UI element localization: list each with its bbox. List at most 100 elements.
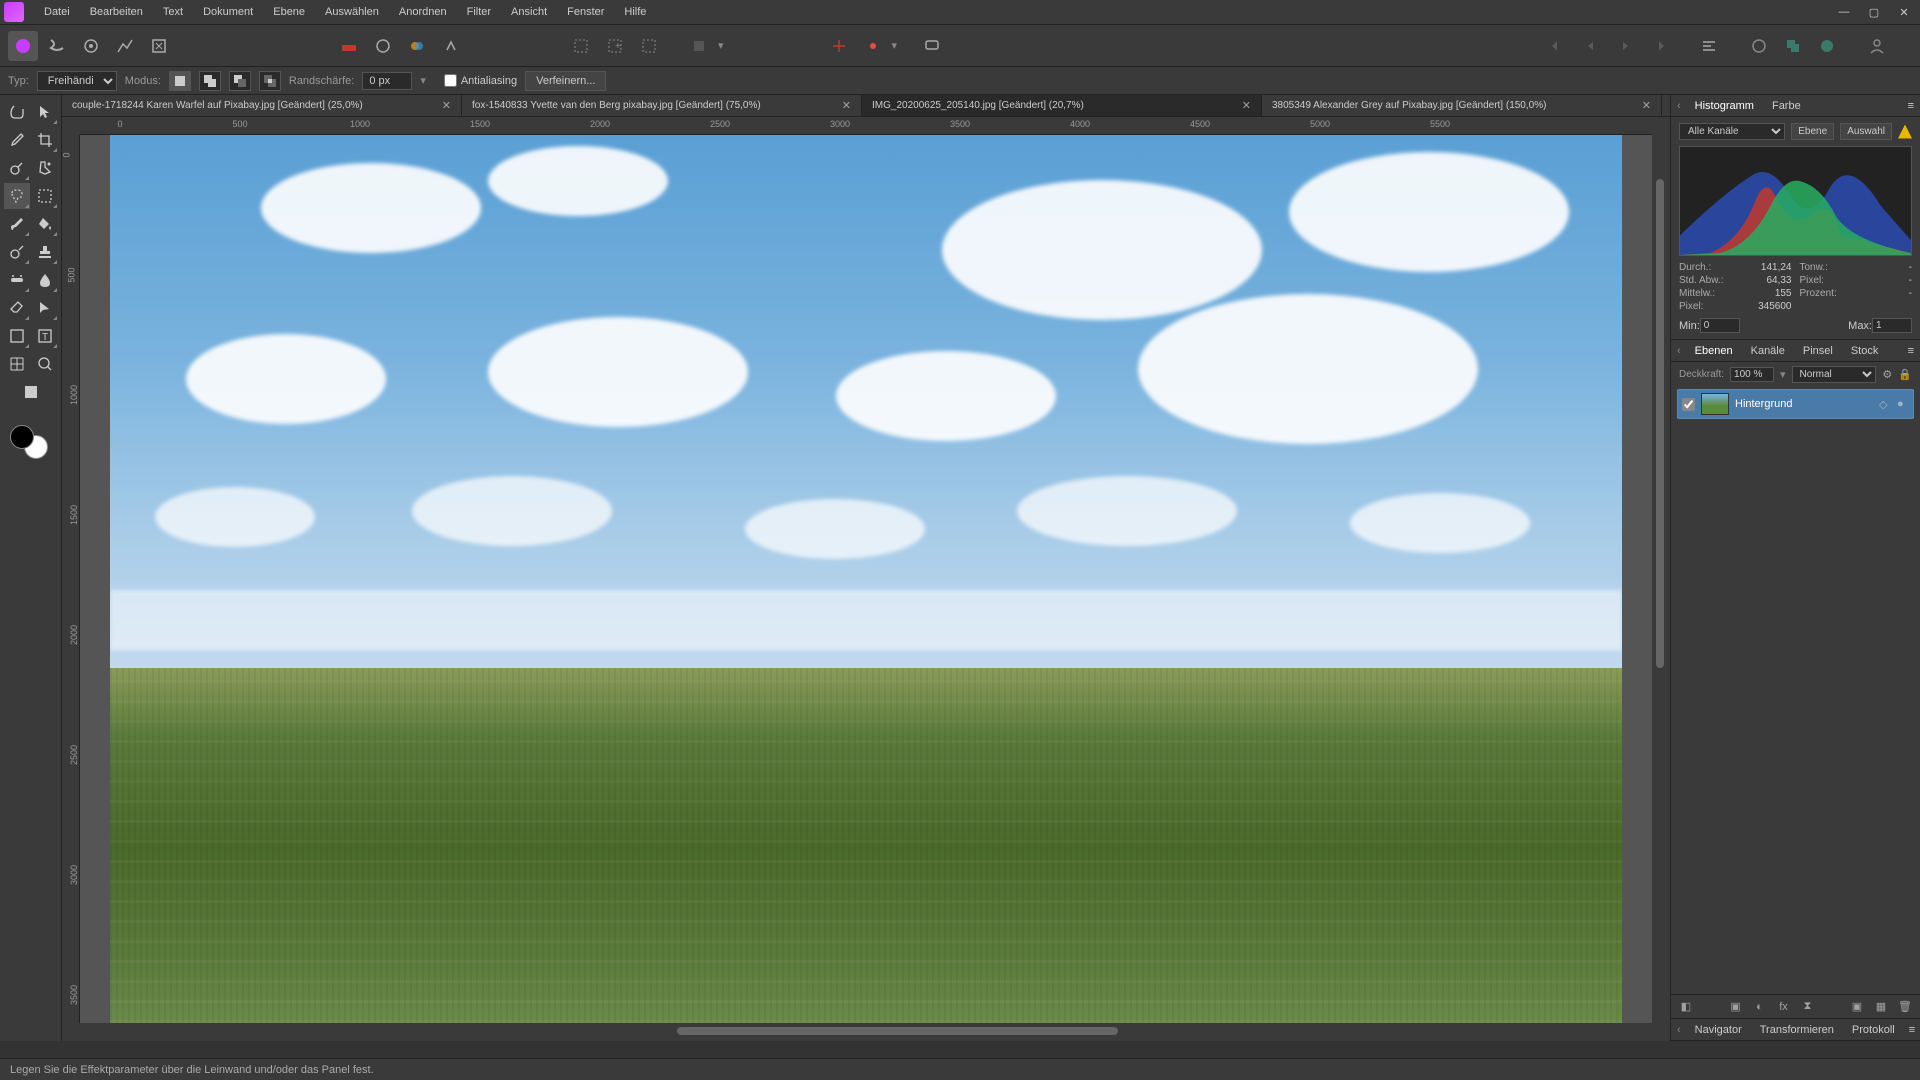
warning-icon[interactable]	[1898, 125, 1912, 139]
move-tool[interactable]	[32, 99, 58, 125]
layer-tag-button[interactable]: ◧	[1677, 998, 1695, 1016]
tab-histogramm[interactable]: Histogramm	[1691, 98, 1758, 114]
close-button[interactable]: ✕	[1892, 3, 1916, 21]
doc-tab-1[interactable]: fox-1540833 Yvette van den Berg pixabay.…	[462, 95, 862, 116]
sync3-button[interactable]	[1812, 31, 1842, 61]
quick-mask-button[interactable]	[684, 31, 714, 61]
panel-menu-icon[interactable]: ≡	[1909, 1024, 1915, 1036]
panel-collapse-icon[interactable]: ‹	[1677, 1024, 1681, 1036]
marquee-select-tool[interactable]	[32, 183, 58, 209]
panel-collapse-icon[interactable]: ‹	[1677, 100, 1681, 112]
layer-vis-icon[interactable]: ●	[1897, 398, 1909, 410]
asset-tool[interactable]	[18, 379, 44, 405]
tab-protokoll[interactable]: Protokoll	[1848, 1022, 1899, 1038]
close-icon[interactable]: ✕	[842, 99, 851, 112]
liquify-persona-button[interactable]	[42, 31, 72, 61]
tab-pinsel[interactable]: Pinsel	[1799, 343, 1837, 359]
align-button[interactable]	[1694, 31, 1724, 61]
blur-tool[interactable]	[32, 267, 58, 293]
panel-menu-icon[interactable]: ≡	[1908, 345, 1914, 357]
menu-anordnen[interactable]: Anordnen	[389, 2, 457, 22]
order-backward-button[interactable]	[1576, 31, 1606, 61]
auto-contrast-button[interactable]	[436, 31, 466, 61]
snapping-button[interactable]	[824, 31, 854, 61]
ruler-horizontal[interactable]: 0 500 1000 1500 2000 2500 3000 3500 4000…	[80, 117, 1652, 135]
mode-intersect-button[interactable]	[259, 71, 281, 91]
antialias-checkbox[interactable]	[444, 74, 457, 87]
doc-tab-3[interactable]: 3805349 Alexander Grey auf Pixabay.jpg […	[1262, 95, 1662, 116]
feather-input[interactable]	[362, 72, 412, 90]
add-pixel-layer-button[interactable]: ▦	[1872, 998, 1890, 1016]
doc-tab-0[interactable]: couple-1718244 Karen Warfel auf Pixabay.…	[62, 95, 462, 116]
doc-tab-2[interactable]: IMG_20200625_205140.jpg [Geändert] (20,7…	[862, 95, 1262, 116]
freehand-select-tool[interactable]	[4, 183, 30, 209]
order-back-button[interactable]	[1542, 31, 1572, 61]
chat-button[interactable]	[917, 31, 947, 61]
color-format-button[interactable]	[334, 31, 364, 61]
tab-kanaele[interactable]: Kanäle	[1747, 343, 1789, 359]
refine-button[interactable]: Verfeinern...	[525, 71, 606, 91]
layer-visibility-checkbox[interactable]	[1682, 398, 1695, 411]
max-input[interactable]	[1872, 318, 1912, 333]
selection-sub-button[interactable]	[634, 31, 664, 61]
minimize-button[interactable]: —	[1832, 3, 1856, 21]
chromatic-button[interactable]	[402, 31, 432, 61]
tab-ebenen[interactable]: Ebenen	[1691, 343, 1737, 359]
crop-tool[interactable]	[32, 127, 58, 153]
menu-bearbeiten[interactable]: Bearbeiten	[80, 2, 153, 22]
alignment-button[interactable]	[858, 31, 888, 61]
tab-stock[interactable]: Stock	[1847, 343, 1883, 359]
photo-persona-button[interactable]	[8, 31, 38, 61]
foreground-color-swatch[interactable]	[10, 425, 34, 449]
color-swatches[interactable]	[0, 425, 61, 465]
panel-menu-icon[interactable]: ≡	[1908, 100, 1914, 112]
zoom-tool[interactable]	[32, 351, 58, 377]
ruler-vertical[interactable]: 0 500 1000 1500 2000 2500 3000 3500	[62, 135, 80, 1023]
layer-item[interactable]: Hintergrund ◇ ●	[1677, 389, 1914, 419]
layer-name[interactable]: Hintergrund	[1735, 398, 1873, 410]
tone-map-persona-button[interactable]	[110, 31, 140, 61]
mode-add-button[interactable]	[199, 71, 221, 91]
menu-ebene[interactable]: Ebene	[263, 2, 315, 22]
tab-farbe[interactable]: Farbe	[1768, 98, 1805, 114]
paint-brush-tool[interactable]	[4, 211, 30, 237]
live-filter-button[interactable]: ⧗	[1799, 998, 1817, 1016]
shape-tool[interactable]	[4, 323, 30, 349]
menu-ansicht[interactable]: Ansicht	[501, 2, 557, 22]
export-persona-button[interactable]	[144, 31, 174, 61]
auswahl-button[interactable]: Auswahl	[1840, 123, 1892, 140]
account-button[interactable]	[1862, 31, 1892, 61]
tab-navigator[interactable]: Navigator	[1691, 1022, 1746, 1038]
ruler-origin[interactable]	[62, 117, 80, 135]
lock-icon[interactable]: 🔒	[1898, 368, 1912, 381]
mask-layer-button[interactable]: ▣	[1727, 998, 1745, 1016]
close-icon[interactable]: ✕	[1642, 99, 1651, 112]
menu-fenster[interactable]: Fenster	[557, 2, 614, 22]
color-picker-tool[interactable]	[4, 127, 30, 153]
menu-filter[interactable]: Filter	[457, 2, 501, 22]
menu-dokument[interactable]: Dokument	[193, 2, 263, 22]
flood-select-tool[interactable]	[32, 155, 58, 181]
antialias-checkbox-wrap[interactable]: Antialiasing	[444, 74, 517, 87]
sync2-button[interactable]	[1778, 31, 1808, 61]
selection-add-button[interactable]: +	[600, 31, 630, 61]
view-tool[interactable]	[4, 99, 30, 125]
fill-tool[interactable]	[32, 211, 58, 237]
maximize-button[interactable]: ▢	[1862, 3, 1886, 21]
blend-mode-select[interactable]: Normal	[1792, 366, 1877, 383]
dodge-tool[interactable]	[4, 239, 30, 265]
sync-button[interactable]	[1744, 31, 1774, 61]
typ-select[interactable]: Freihändig	[37, 71, 117, 91]
menu-auswaehlen[interactable]: Auswählen	[315, 2, 389, 22]
panel-collapse-icon[interactable]: ‹	[1677, 345, 1681, 357]
fx-layer-button[interactable]: fx	[1775, 998, 1793, 1016]
selection-new-button[interactable]	[566, 31, 596, 61]
text-tool[interactable]: T	[32, 323, 58, 349]
ebene-button[interactable]: Ebene	[1791, 123, 1834, 140]
scrollbar-vertical[interactable]	[1652, 135, 1670, 1023]
selection-brush-tool[interactable]	[4, 155, 30, 181]
min-input[interactable]	[1700, 318, 1740, 333]
tab-transformieren[interactable]: Transformieren	[1756, 1022, 1838, 1038]
canvas[interactable]	[80, 135, 1652, 1023]
menu-hilfe[interactable]: Hilfe	[614, 2, 656, 22]
